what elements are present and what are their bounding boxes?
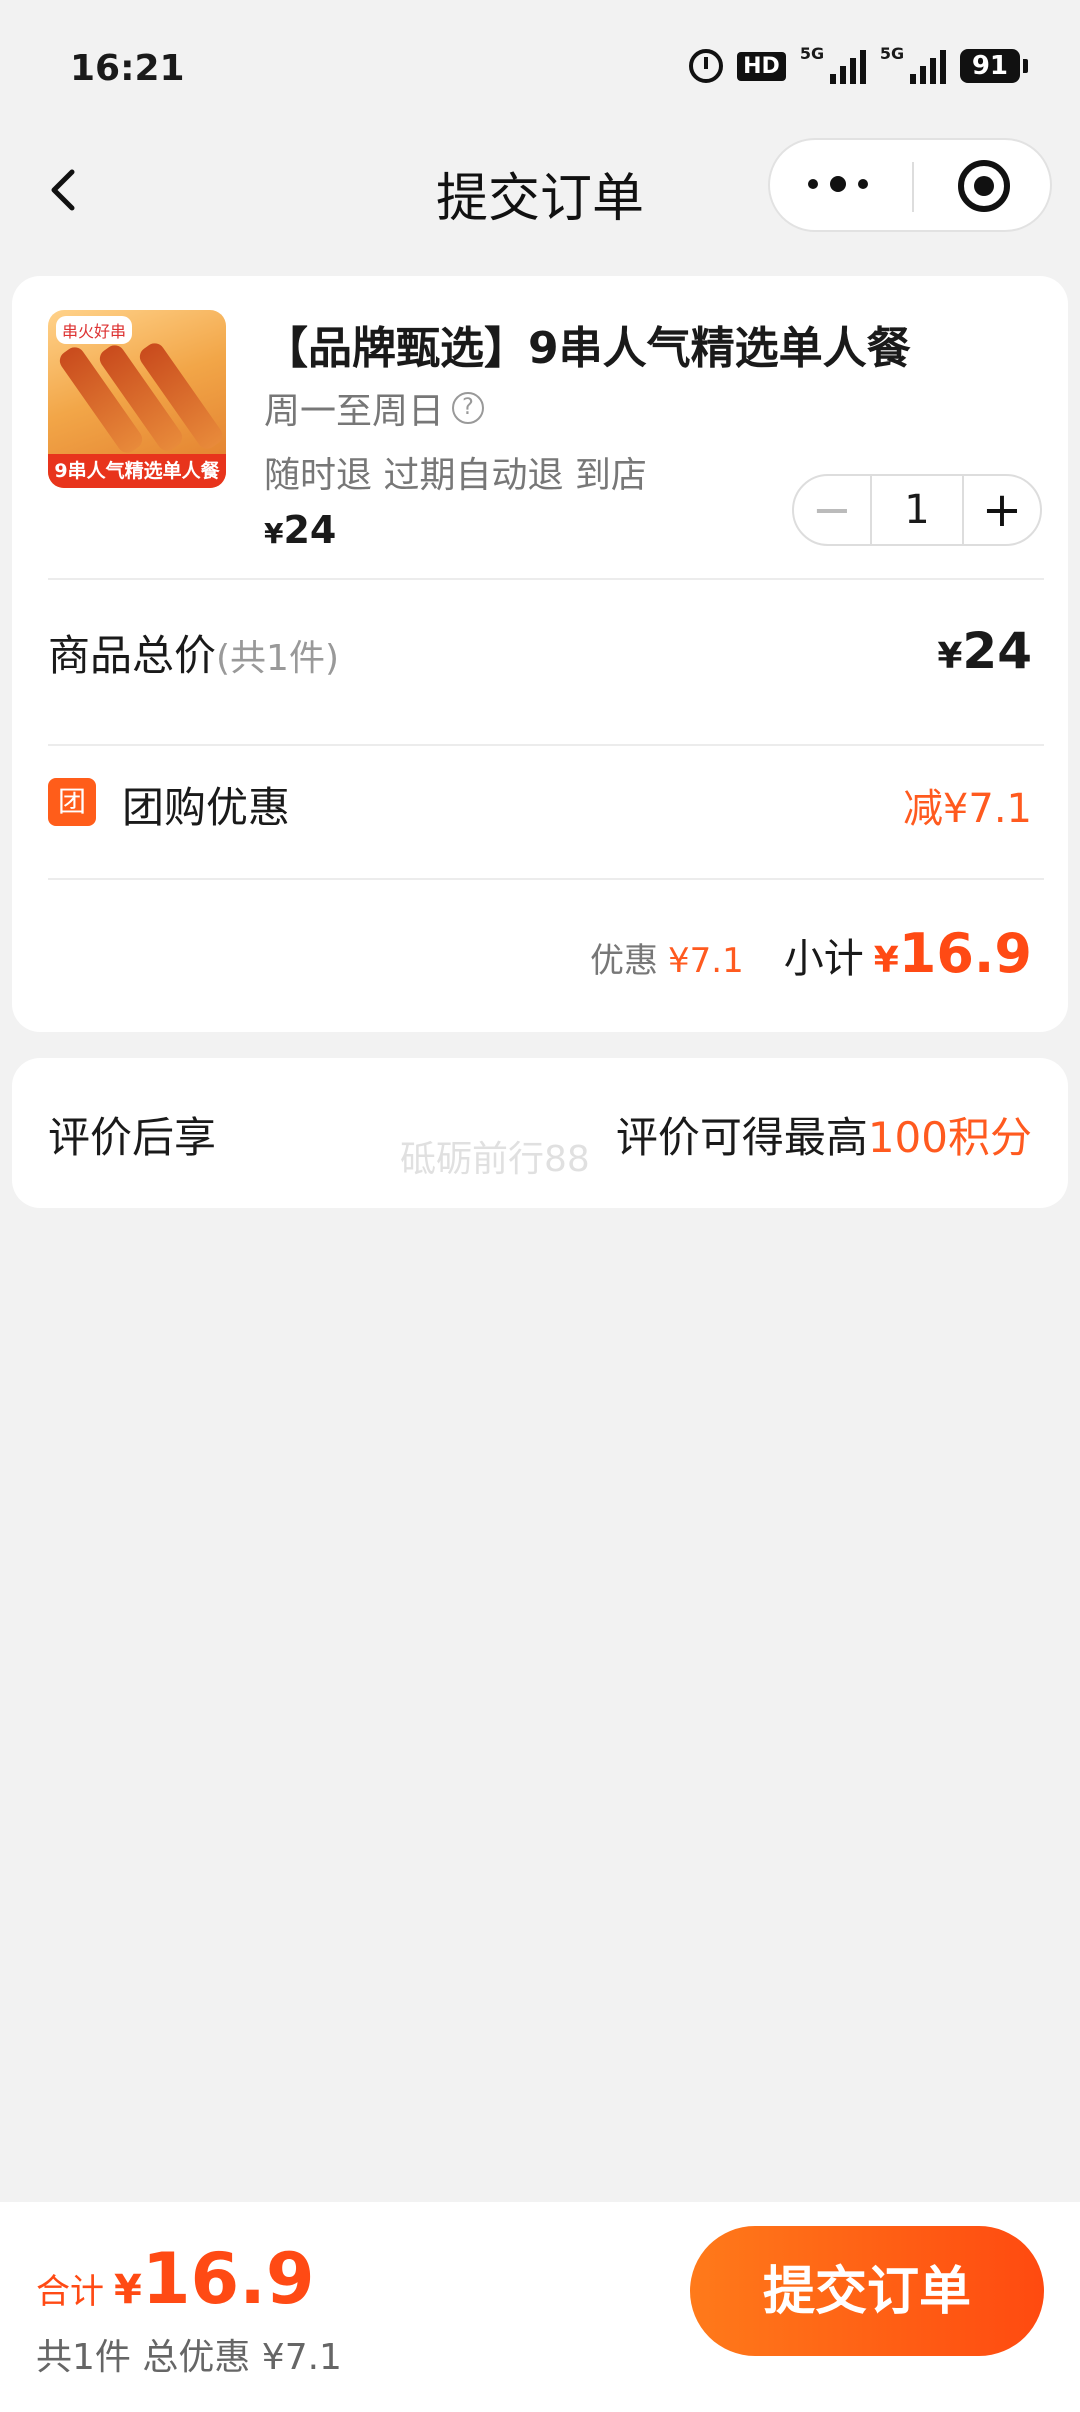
total-currency: ¥ [937,636,963,677]
subtotal-value: ¥16.9 [874,922,1032,985]
more-icon[interactable] [808,176,868,192]
thumb-brand-label: 串火好串 [56,316,133,344]
nav-bar: 提交订单 [0,130,1080,250]
price-value: 24 [283,508,337,552]
sum-label: 合计 [36,2272,104,2312]
product-thumbnail[interactable]: 串火好串 9串人气精选单人餐 [48,310,226,488]
quantity-stepper: − 1 + [792,474,1042,546]
divider [48,744,1044,746]
group-buy-icon: 团 [48,778,96,826]
status-icons: HD 5G 5G 91 [689,44,1029,84]
thumb-banner: 9串人气精选单人餐 [48,454,226,488]
validity-days: 周一至周日 [264,391,445,432]
signal-5g-icon: 5G [800,44,866,84]
divider [48,578,1044,580]
status-bar: 16:21 HD 5G 5G 91 [0,0,1080,130]
group-buy-label: 团购优惠 [122,783,291,832]
signal-label: 5G [799,44,825,63]
order-card: 串火好串 9串人气精选单人餐 【品牌甄选】9串人气精选单人餐 周一至周日 ? 随… [12,276,1068,1032]
capsule-divider [912,162,914,212]
product-title: 【品牌甄选】9串人气精选单人餐 [264,323,911,374]
bottom-bar: 合计 ¥ 16.9 共1件 总优惠 ¥7.1 提交订单 [0,2202,1080,2412]
status-time: 16:21 [70,48,185,89]
subtotal-currency: ¥ [873,940,899,981]
discount-label: 优惠 [590,941,658,981]
product-validity: 周一至周日 ? [264,382,485,434]
mini-program-capsule [768,138,1052,232]
price-currency: ¥ [264,517,284,550]
refund-policy: 随时退 过期自动退 到店 [264,455,647,496]
group-buy-discount: 减¥7.1 [902,786,1032,832]
submit-order-button[interactable]: 提交订单 [690,2226,1044,2356]
signal-label-2: 5G [879,44,905,63]
review-reward-text: 评价可得最高 [615,1113,868,1162]
decrease-button[interactable]: − [794,476,870,544]
watermark: 砥砺前行88 [400,1139,590,1180]
review-reward: 评价可得最高100积分 [616,1104,1032,1165]
total-amount: 24 [962,622,1032,680]
review-points: 100积分 [867,1113,1032,1162]
discount-value: ¥7.1 [668,941,744,981]
hd-icon: HD [737,51,786,81]
battery-icon: 91 [959,49,1029,83]
product-price: ¥24 [264,508,336,552]
subtotal-amount: 16.9 [898,922,1032,985]
sum-detail: 共1件 总优惠 ¥7.1 [36,2337,342,2378]
close-target-icon[interactable] [958,160,1010,212]
total-price-label: 商品总价(共1件) [48,622,339,683]
total-label-text: 商品总价 [48,631,217,680]
total-price-value: ¥24 [937,622,1032,680]
sum-currency: ¥ [114,2267,142,2313]
total-summary: 合计 ¥ 16.9 [36,2238,315,2320]
subtotal-row: 优惠 ¥7.1 小计 ¥16.9 [590,922,1032,985]
question-icon[interactable]: ? [452,392,485,424]
divider [48,878,1044,880]
signal-5g-icon-2: 5G [880,44,946,84]
subtotal-label: 小计 [783,936,864,982]
alarm-icon [689,49,724,83]
quantity-value[interactable]: 1 [870,476,964,544]
review-title: 评价后享 [48,1113,217,1162]
increase-button[interactable]: + [964,476,1040,544]
sum-value: 16.9 [141,2238,315,2320]
total-count: (共1件) [216,638,340,679]
